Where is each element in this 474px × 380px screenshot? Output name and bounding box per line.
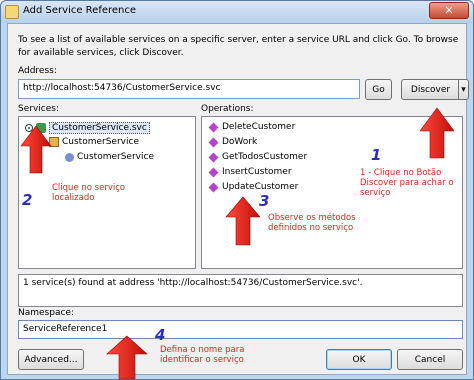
annotation-text-2: Clique no serviço localizado (52, 183, 126, 203)
arrow-up-icon (225, 196, 261, 246)
annotation-text-4: Defina o nome para identificar o serviço (160, 345, 245, 365)
annotation-number-3: 3 (259, 192, 270, 210)
arrow-up-icon (419, 107, 455, 159)
annotation-text-3: Observe os métodos definidos no serviço (268, 213, 356, 233)
arrow-up-icon (106, 335, 148, 380)
annotation-number-1: 1 (371, 146, 382, 164)
arrow-up-icon (20, 125, 52, 174)
annotation-number-4: 4 (155, 326, 166, 344)
annotation-text-1: 1 - Clique no Botão Discover para achar … (360, 168, 454, 198)
annotation-number-2: 2 (22, 191, 33, 209)
